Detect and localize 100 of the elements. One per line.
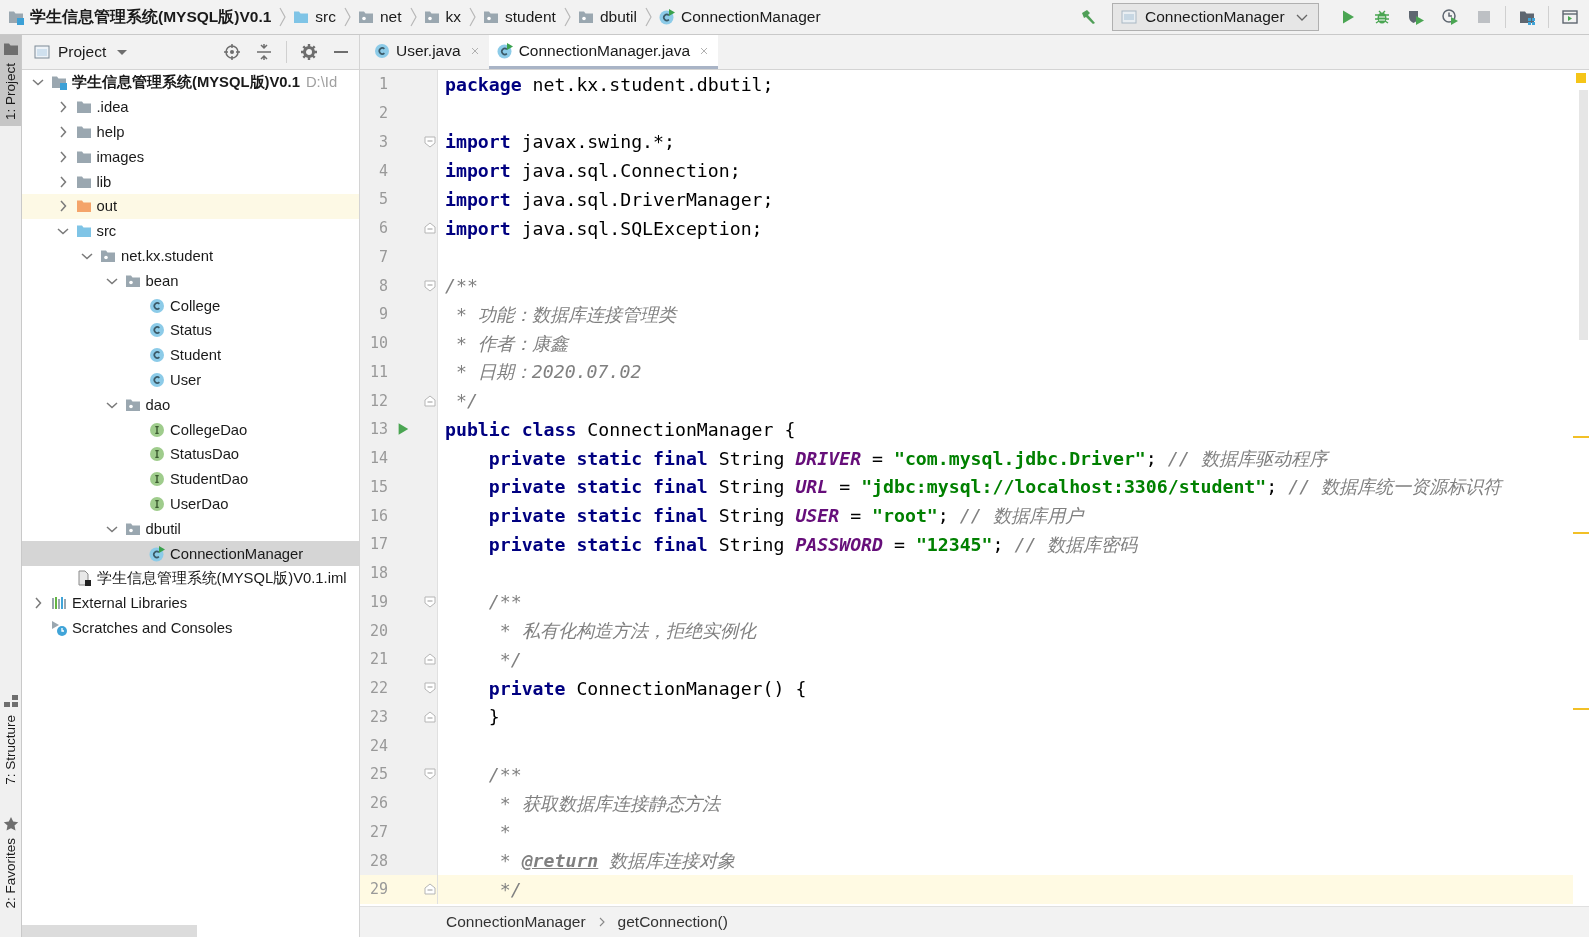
project-view-dropdown[interactable]: Project	[34, 43, 131, 61]
line-number: 14	[368, 449, 388, 468]
class-icon	[659, 9, 675, 25]
separator-icon	[468, 7, 477, 27]
tree-item[interactable]: Student	[22, 342, 359, 368]
tree-item[interactable]: lib	[22, 169, 359, 194]
code-line: import java.sql.SQLException;	[444, 216, 763, 241]
breadcrumb-item[interactable]: dbutil	[599, 8, 637, 26]
folder-icon	[293, 9, 310, 25]
locate-button[interactable]	[222, 42, 242, 62]
tree-item[interactable]: 学生信息管理系统(MYSQL版)V0.1 D:\Id	[22, 70, 359, 95]
tree-item[interactable]: images	[22, 144, 359, 170]
code-line: /**	[487, 762, 522, 787]
line-number: 24	[368, 736, 388, 755]
folder-icon	[1519, 9, 1535, 25]
folder-icon	[75, 124, 92, 140]
line-number: 9	[377, 305, 388, 324]
class-icon	[149, 347, 165, 364]
folder-icon	[75, 198, 92, 215]
scrollbar-thumb[interactable]	[1579, 90, 1588, 340]
separator-icon	[408, 7, 417, 27]
tree-item[interactable]: User	[22, 367, 359, 393]
class-icon	[496, 42, 513, 59]
tool-window-tab[interactable]: 7: Structure	[0, 686, 21, 791]
breadcrumb-item[interactable]: src	[315, 8, 336, 26]
line-number: 12	[368, 391, 388, 410]
editor-tab[interactable]: User.java	[366, 35, 489, 69]
run-configuration-dropdown[interactable]: ConnectionManager	[1112, 3, 1319, 31]
code-line: * 作者：康鑫	[454, 331, 568, 356]
breadcrumb-item[interactable]: ConnectionManager	[446, 913, 586, 931]
tree-item[interactable]: StudentDao	[22, 466, 359, 492]
breadcrumb-item[interactable]: kx	[445, 8, 462, 26]
tree-item[interactable]: .idea	[22, 94, 359, 120]
scrollbar-thumb[interactable]	[22, 925, 197, 937]
hammer-icon	[1080, 9, 1096, 25]
tree-item[interactable]: src	[22, 218, 359, 244]
tree-item[interactable]: net.kx.student	[22, 243, 359, 269]
code-line: *	[498, 820, 511, 845]
tree-item[interactable]: 学生信息管理系统(MYSQL版)V0.1.iml	[22, 565, 359, 591]
editor-tab[interactable]: ConnectionManager.java	[488, 35, 719, 69]
package-icon	[358, 9, 374, 25]
gear-icon	[301, 44, 317, 60]
package-icon	[577, 9, 594, 25]
tree-item[interactable]: StatusDao	[22, 441, 359, 467]
package-icon	[423, 9, 440, 25]
window-icon	[1121, 9, 1137, 25]
line-number: 1	[377, 75, 388, 94]
code-line: * 获取数据库连接静态方法	[498, 791, 720, 816]
interface-icon	[149, 446, 165, 463]
tree-item[interactable]: Status	[22, 317, 359, 343]
breadcrumb-item[interactable]: getConnection()	[617, 913, 728, 931]
tree-item[interactable]: dbutil	[22, 516, 359, 542]
warning-marker[interactable]	[1573, 532, 1589, 534]
line-number: 19	[368, 592, 388, 611]
separator-icon	[343, 7, 351, 27]
tree-item[interactable]: CollegeDao	[22, 417, 359, 442]
code-line: import java.sql.Connection;	[444, 159, 741, 184]
code-line: public class ConnectionManager {	[444, 417, 796, 442]
tree-item[interactable]: bean	[22, 268, 359, 294]
folder-icon	[75, 223, 92, 240]
line-number: 10	[368, 334, 388, 353]
tree-item[interactable]: College	[22, 293, 359, 318]
line-number: 29	[368, 880, 388, 899]
tool-window-tab[interactable]: 2: Favorites	[0, 810, 21, 915]
line-number: 16	[368, 506, 388, 525]
line-number: 13	[368, 420, 388, 439]
tree-item[interactable]: External Libraries	[22, 590, 359, 616]
line-number: 6	[377, 219, 388, 238]
line-number: 5	[377, 190, 388, 209]
code-line: }	[487, 705, 500, 730]
code-line: /**	[444, 274, 478, 299]
bug-icon	[1374, 9, 1390, 25]
breadcrumb-item[interactable]: student	[505, 8, 556, 26]
package-icon	[483, 9, 500, 25]
line-number: 18	[368, 564, 388, 583]
shield-icon	[1408, 9, 1424, 25]
play-icon	[1340, 9, 1356, 25]
line-number: 15	[368, 477, 388, 496]
line-number: 22	[368, 679, 388, 698]
line-number: 4	[377, 161, 388, 180]
code-line: import javax.swing.*;	[444, 130, 675, 155]
tool-window-tab[interactable]: 1: Project	[0, 35, 21, 127]
tree-item[interactable]: out	[22, 194, 359, 219]
tree-item[interactable]: ConnectionManager	[22, 541, 359, 566]
tree-item[interactable]: dao	[22, 392, 359, 418]
tree-item[interactable]: help	[22, 119, 359, 145]
interface-icon	[149, 495, 165, 512]
breadcrumb-item[interactable]: ConnectionManager	[681, 8, 821, 26]
breadcrumb-item[interactable]: net	[380, 8, 402, 26]
module-icon	[51, 74, 67, 91]
warning-marker[interactable]	[1573, 708, 1589, 710]
code-line: private static final String USER = "root"; // 数据库用户	[487, 504, 1083, 529]
breadcrumb-item[interactable]: 学生信息管理系统(MYSQL版)V0.1	[30, 6, 272, 28]
tree-item[interactable]: UserDao	[22, 491, 359, 517]
collapse-all-button[interactable]	[254, 42, 274, 62]
scratches-icon	[51, 619, 67, 636]
warning-marker[interactable]	[1573, 436, 1589, 438]
tree-item[interactable]: Scratches and Consoles	[22, 615, 359, 641]
code-line: */	[498, 647, 522, 672]
settings-button[interactable]	[299, 42, 319, 62]
